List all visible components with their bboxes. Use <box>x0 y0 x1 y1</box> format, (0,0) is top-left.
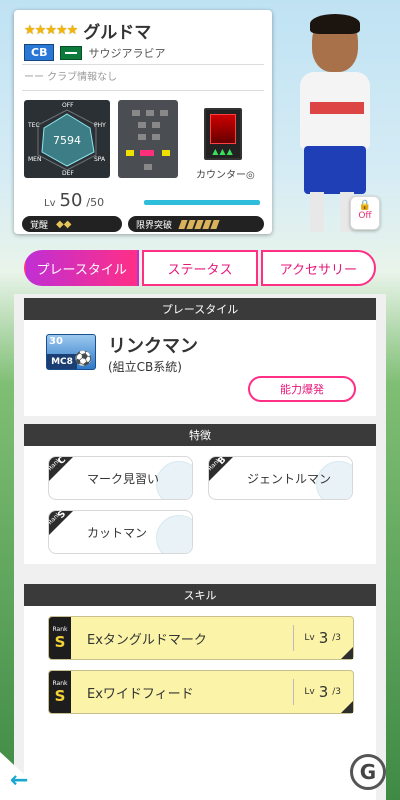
level-progress-bar <box>144 200 260 205</box>
limit-break-badge[interactable]: 限界突破 <box>128 216 264 232</box>
rarity-stars: ★★★★★ <box>24 23 78 38</box>
kicker-icon: ⚽ <box>74 351 92 367</box>
watermark-logo-icon: G <box>350 754 386 790</box>
club-info: ーー クラブ情報なし <box>24 72 118 83</box>
level-value: 50 <box>59 190 83 211</box>
awakening-diamonds-icon: ◆◆ <box>56 218 72 230</box>
ability-burst-button[interactable]: 能力爆発 <box>248 376 356 402</box>
flag-icon <box>60 45 83 60</box>
playstyle-name: リンクマン <box>108 336 198 357</box>
traits-header: 特徴 <box>24 424 376 446</box>
tab-status[interactable]: ステータス <box>142 250 258 286</box>
trait-label: ジェントルマン <box>247 471 332 486</box>
radar-label-off: OFF <box>62 102 74 109</box>
position-row: CB サウジアラビア <box>24 44 165 61</box>
awakening-badge[interactable]: 覚醒 ◆◆ <box>22 216 122 232</box>
skill-card[interactable]: Rank S Exワイドフィード Lv 3 /3 <box>48 670 354 714</box>
tab-accessory[interactable]: アクセサリー <box>260 250 376 286</box>
radar-label-men: MEN <box>28 156 42 163</box>
position-badge: CB <box>24 44 55 61</box>
tab-playstyle[interactable]: プレースタイル <box>24 250 140 286</box>
lock-label: Off <box>358 211 372 221</box>
radar-label-def: DEF <box>62 170 74 177</box>
counter-label: カウンター◎ <box>196 170 255 181</box>
skill-rank-badge: Rank S <box>49 671 71 713</box>
divider <box>22 90 264 91</box>
skills-header: スキル <box>24 584 376 606</box>
tab-bar: プレースタイル ステータス アクセサリー <box>24 250 376 286</box>
trait-label: カットマン <box>87 525 148 540</box>
trait-label: マーク見習い <box>87 471 160 486</box>
position-map[interactable] <box>118 100 178 178</box>
lock-toggle[interactable]: 🔒 Off <box>350 196 380 230</box>
stat-radar[interactable]: OFF TEC PHY MEN SPA DEF 7594 <box>24 100 110 178</box>
content-panel[interactable]: プレースタイル 30 MC8 ⚽ リンクマン (組立CB系統) 能力爆発 特徴 … <box>14 294 386 800</box>
overall-rating: 7594 <box>53 134 81 147</box>
radar-label-phy: PHY <box>94 122 106 129</box>
rank-badge-icon: Rank B <box>209 457 235 485</box>
level-max: /50 <box>86 196 105 209</box>
limit-break-label: 限界突破 <box>136 220 173 231</box>
lock-icon: 🔒 <box>358 200 372 211</box>
skill-card[interactable]: Rank S Exタングルドマーク Lv 3 /3 <box>48 616 354 660</box>
level-label: Lv <box>44 198 56 209</box>
playstyle-icon-code: MC8 <box>47 354 77 369</box>
radar-label-tec: TEC <box>28 122 40 129</box>
counter-tactic-icon: ▲▲▲ <box>204 108 242 160</box>
country-label: サウジアラビア <box>88 46 166 60</box>
traits-section: Rank C マーク見習い Rank B ジェントルマン Rank S カットマン <box>24 446 376 564</box>
limit-break-bars-icon <box>178 219 220 229</box>
playstyle-icon: 30 MC8 ⚽ <box>46 334 96 370</box>
level-row: Lv 50 /50 <box>44 190 104 211</box>
skills-section: Rank S Exタングルドマーク Lv 3 /3 Rank S Exワイドフィ… <box>24 606 376 800</box>
trait-card[interactable]: Rank B ジェントルマン <box>208 456 353 500</box>
playstyle-subtitle: (組立CB系統) <box>108 360 182 374</box>
skill-name: Exタングルドマーク <box>87 632 207 648</box>
playstyle-header: プレースタイル <box>24 298 376 320</box>
skill-rank-badge: Rank S <box>49 617 71 659</box>
awakening-label: 覚醒 <box>30 220 49 231</box>
skill-name: Exワイドフィード <box>87 686 194 702</box>
divider <box>22 64 264 65</box>
back-arrow-icon[interactable]: ← <box>10 768 28 793</box>
rank-badge-icon: Rank S <box>49 511 75 539</box>
player-name-row: ★★★★★ グルドマ <box>24 18 151 43</box>
badge-row: 覚醒 ◆◆ 限界突破 <box>22 216 264 232</box>
player-card: ★★★★★ グルドマ CB サウジアラビア ーー クラブ情報なし OFF TEC… <box>14 10 272 234</box>
playstyle-section: 30 MC8 ⚽ リンクマン (組立CB系統) 能力爆発 <box>24 320 376 416</box>
player-name: グルドマ <box>83 23 152 43</box>
trait-card[interactable]: Rank C マーク見習い <box>48 456 193 500</box>
playstyle-icon-level: 30 <box>49 336 63 347</box>
trait-card[interactable]: Rank S カットマン <box>48 510 193 554</box>
radar-label-spa: SPA <box>94 156 106 163</box>
rank-badge-icon: Rank C <box>49 457 75 485</box>
